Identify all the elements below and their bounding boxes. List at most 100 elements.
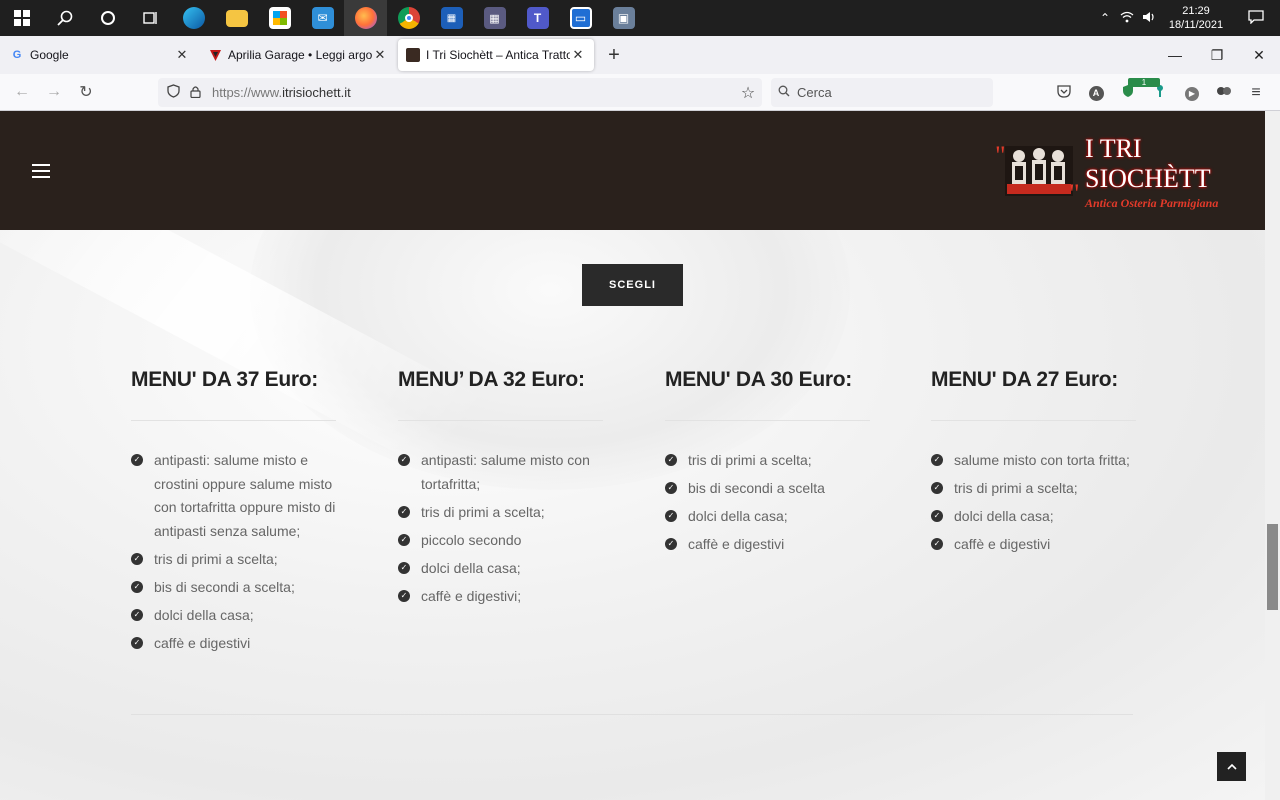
play-icon[interactable]: ▶ <box>1176 84 1208 101</box>
pocket-icon[interactable] <box>1048 84 1080 101</box>
check-circle-icon: ✓ <box>931 538 943 550</box>
search-icon <box>771 85 797 100</box>
clock[interactable]: 21:29 18/11/2021 <box>1160 4 1232 32</box>
restore-icon[interactable]: ❐ <box>1196 36 1238 74</box>
outlook-app-icon[interactable]: ✉ <box>301 0 344 36</box>
extension-badge: 1 <box>1128 78 1160 87</box>
url-text[interactable]: https://www.itrisiochett.it <box>212 85 734 100</box>
tab-i-tri-siochett[interactable]: I Tri Siochètt – Antica Trattoria Parmig… <box>398 39 594 71</box>
reload-icon[interactable]: ↻ <box>70 82 102 102</box>
list-item: ✓ tris di primi a scelta; <box>398 501 603 525</box>
menu-title: MENU' DA 30 Euro: <box>665 368 852 391</box>
logo-title: I TRI SIOCHÈTT <box>1085 133 1211 193</box>
menu-icon[interactable]: ≡ <box>1240 84 1272 102</box>
site-logo[interactable]: " " I TRI SIOCHÈTT Antica Osteria Parmig… <box>995 134 1235 210</box>
list-item: ✓ dolci della casa; <box>131 604 336 628</box>
close-tab-icon[interactable]: ✕ <box>174 47 190 63</box>
check-circle-icon: ✓ <box>665 510 677 522</box>
check-circle-icon: ✓ <box>131 552 143 565</box>
menu-32-euro: MENU’ DA 32 Euro: ✓ antipasti: salume mis… <box>398 368 603 613</box>
menu-title: MENU' DA 27 Euro: <box>931 368 1118 391</box>
extension-puzzle-icon[interactable] <box>1208 85 1240 100</box>
check-circle-icon: ✓ <box>131 608 143 621</box>
window-controls: — ❐ ✕ <box>1154 36 1280 74</box>
wifi-icon[interactable] <box>1116 11 1138 26</box>
chrome-app-icon[interactable] <box>387 0 430 36</box>
cortana-icon[interactable] <box>86 0 129 36</box>
list-item: ✓ tris di primi a scelta; <box>931 477 1136 501</box>
check-circle-icon: ✓ <box>931 454 943 466</box>
check-circle-icon: ✓ <box>398 561 410 574</box>
check-circle-icon: ✓ <box>665 482 677 494</box>
list-item: ✓ dolci della casa; <box>398 557 603 581</box>
chevron-up-icon <box>1226 761 1237 773</box>
search-bar[interactable]: Cerca <box>771 78 993 107</box>
store-app-icon[interactable] <box>258 0 301 36</box>
menu-title: MENU’ DA 32 Euro: <box>398 368 585 391</box>
calculator-app-icon[interactable]: ▦ <box>473 0 516 36</box>
clock-time: 21:29 <box>1182 5 1210 17</box>
network-app-icon[interactable]: ▦ <box>430 0 473 36</box>
section-divider <box>131 714 1133 715</box>
check-circle-icon: ✓ <box>931 482 943 494</box>
search-icon[interactable] <box>43 0 86 36</box>
notification-icon[interactable] <box>1232 9 1280 27</box>
scrollbar-thumb[interactable] <box>1267 524 1278 610</box>
lock-icon[interactable] <box>184 85 206 101</box>
list-item: ✓ piccolo secondo <box>398 529 603 553</box>
scroll-to-top-button[interactable] <box>1217 752 1246 781</box>
check-circle-icon: ✓ <box>131 454 143 466</box>
list-item: ✓ antipasti: salume misto e crostini oppu… <box>131 449 336 543</box>
close-tab-icon[interactable]: ✕ <box>570 47 586 63</box>
minimize-icon[interactable]: — <box>1154 36 1196 74</box>
list-item: ✓ salume misto con torta fritta; <box>931 449 1136 473</box>
remote-app-icon[interactable]: ▭ <box>559 0 602 36</box>
page-scrollbar[interactable] <box>1265 111 1280 800</box>
close-window-icon[interactable]: ✕ <box>1238 36 1280 74</box>
file-explorer-app-icon[interactable] <box>215 0 258 36</box>
chevron-up-icon[interactable]: ⌃ <box>1094 11 1116 25</box>
forward-arrow-icon[interactable]: → <box>38 83 70 101</box>
address-bar[interactable]: https://www.itrisiochett.it ☆ <box>158 78 762 107</box>
close-tab-icon[interactable]: ✕ <box>372 47 388 63</box>
teams-app-icon[interactable]: T <box>516 0 559 36</box>
extensions-toolbar: A 1 ▶ ≡ <box>1048 74 1272 111</box>
windows-start-icon[interactable] <box>0 0 43 36</box>
windows-taskbar: ✉ ▦ ▦ T ▭ ▣ ⌃ 21:29 18/11/2021 <box>0 0 1280 36</box>
monitor-app-icon[interactable]: ▣ <box>602 0 645 36</box>
list-item: ✓ antipasti: salume misto con tortafritta… <box>398 449 603 496</box>
tab-title: I Tri Siochètt – Antica Trattoria Parmig… <box>426 48 570 62</box>
hamburger-menu-icon[interactable] <box>32 164 50 178</box>
edge-app-icon[interactable] <box>172 0 215 36</box>
volume-icon[interactable] <box>1138 11 1160 26</box>
check-circle-icon: ✓ <box>131 580 143 593</box>
check-circle-icon: ✓ <box>398 533 410 546</box>
menu-30-euro: MENU' DA 30 Euro: ✓ tris di primi a scelt… <box>665 368 870 561</box>
google-favicon-icon: G <box>12 49 22 61</box>
divider <box>398 420 603 421</box>
list-item: ✓ tris di primi a scelta; <box>131 548 336 572</box>
check-circle-icon: ✓ <box>398 454 410 466</box>
back-arrow-icon[interactable]: ← <box>6 83 38 101</box>
bookmark-star-icon[interactable]: ☆ <box>734 83 762 103</box>
shield-extension-icon[interactable]: 1 <box>1112 78 1160 101</box>
new-tab-button[interactable]: + <box>598 44 630 67</box>
tab-aprilia-garage[interactable]: Aprilia Garage • Leggi argomento ✕ <box>200 39 396 71</box>
list-item: ✓ caffè e digestivi <box>931 533 1136 557</box>
task-view-icon[interactable] <box>129 0 172 36</box>
scegli-button[interactable]: SCEGLI <box>582 264 683 306</box>
account-icon[interactable]: A <box>1080 84 1112 101</box>
firefox-app-icon[interactable] <box>344 0 387 36</box>
siochett-favicon-icon <box>406 48 420 62</box>
check-circle-icon: ✓ <box>931 510 943 522</box>
list-item: ✓ bis di secondi a scelta; <box>131 576 336 600</box>
divider <box>665 420 870 421</box>
list-item: ✓ dolci della casa; <box>931 505 1136 529</box>
list-item: ✓ caffè e digestivi <box>665 533 870 557</box>
aprilia-favicon-icon <box>208 48 222 62</box>
shield-icon[interactable] <box>162 84 184 101</box>
search-placeholder: Cerca <box>797 85 832 100</box>
tab-google[interactable]: G Google ✕ <box>2 39 198 71</box>
list-item: ✓ dolci della casa; <box>665 505 870 529</box>
tab-title: Google <box>30 48 69 62</box>
